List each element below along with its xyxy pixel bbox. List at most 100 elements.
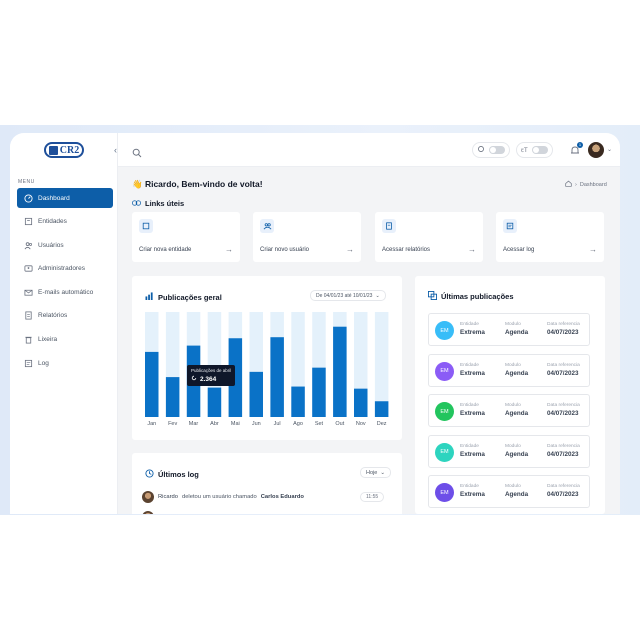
publication-card[interactable]: EM Entidade Extrema Modulo Agenda Data refere…	[428, 394, 590, 427]
sidebar-nav: Dashboard Entidades Usuários Administrad…	[17, 188, 113, 377]
log-entry[interactable]: Ricardo deletou um usuário chamado Carlo…	[142, 491, 304, 503]
log-filter-select[interactable]: Hoje ⌄	[360, 467, 391, 478]
module-column: Modulo Agenda	[505, 444, 528, 458]
entity-column: Entidade Extrema	[460, 363, 485, 377]
latest-log-title: Últimos log	[145, 469, 199, 480]
date-label: Data referencia	[547, 484, 580, 489]
date-value: 04/07/2023	[547, 369, 579, 377]
font-size-toggle[interactable]: ꞇT	[516, 142, 553, 158]
sidebar-item-label: Lixeira	[38, 336, 58, 344]
date-label: Data referencia	[547, 403, 580, 408]
bar-ago[interactable]	[291, 386, 305, 417]
link-card-acessar-log[interactable]: Acessar log →	[496, 212, 604, 262]
sidebar-item-label: Relatórios	[38, 312, 68, 320]
links-title: Links úteis	[132, 199, 184, 208]
topbar: ꞇT 1 ⌄	[118, 133, 620, 167]
bar-fev[interactable]	[165, 377, 180, 417]
theme-switch[interactable]	[489, 146, 505, 154]
logo[interactable]: CR2	[44, 142, 84, 158]
sidebar-item-administradores[interactable]: Administradores	[17, 259, 113, 279]
x-tick-label: Nov	[356, 421, 366, 427]
date-value: 04/07/2023	[547, 410, 579, 417]
logo-text: CR2	[59, 144, 80, 156]
link-label: Criar nova entidade	[139, 247, 192, 253]
users-icon	[260, 219, 274, 233]
id-card-icon	[24, 264, 33, 273]
entity-initials: EM	[440, 449, 449, 455]
date-value: 04/07/2023	[547, 491, 579, 498]
sidebar-item-entidades[interactable]: Entidades	[17, 212, 113, 232]
clock-icon	[145, 469, 154, 480]
breadcrumb-separator: ›	[575, 181, 577, 188]
home-icon[interactable]	[565, 180, 572, 189]
sidebar-item-relatorios[interactable]: Relatórios	[17, 306, 113, 326]
module-value: Agenda	[505, 410, 529, 417]
sidebar: CR2 ‹ MENU Dashboard Entidades Usuários …	[10, 133, 118, 514]
x-tick-label: Jul	[274, 421, 281, 427]
avatar[interactable]	[588, 142, 604, 158]
sidebar-item-dashboard[interactable]: Dashboard	[17, 188, 113, 208]
entity-column: Entidade Extrema	[460, 444, 485, 458]
report-icon	[382, 219, 396, 233]
bar-jun[interactable]	[249, 371, 264, 417]
x-tick-label: Jun	[252, 421, 261, 427]
collapse-sidebar-icon[interactable]: ‹	[114, 145, 117, 155]
link-card-acessar-relatorios[interactable]: Acessar relatórios →	[375, 212, 483, 262]
trash-icon	[24, 335, 33, 344]
search-icon[interactable]	[132, 145, 142, 163]
entity-initials: EM	[440, 489, 449, 496]
report-icon	[24, 311, 33, 320]
entity-label: Entidade	[460, 443, 479, 449]
module-label: Modulo	[505, 443, 521, 449]
refresh-icon	[191, 375, 197, 383]
log-action: deletou um usuário chamado	[181, 494, 257, 500]
latest-log-title-text: Últimos log	[158, 470, 199, 479]
sidebar-item-lixeira[interactable]: Lixeira	[17, 330, 113, 350]
date-label: Data referencia	[547, 443, 580, 449]
link-card-criar-entidade[interactable]: Criar nova entidade →	[132, 212, 240, 262]
bar-set[interactable]	[312, 367, 326, 417]
log-icon	[503, 219, 517, 233]
sidebar-item-emails[interactable]: E-mails automático	[17, 282, 113, 302]
sidebar-item-label: Dashboard	[38, 194, 70, 202]
date-label: Data referencia	[547, 362, 580, 368]
bar-jan[interactable]	[145, 351, 159, 417]
module-label: Modulo	[505, 322, 521, 327]
link-card-criar-usuario[interactable]: Criar novo usuário →	[253, 212, 361, 262]
sidebar-item-usuarios[interactable]: Usuários	[17, 235, 113, 255]
bar-abr[interactable]	[207, 387, 222, 417]
publication-card[interactable]: EM Entidade Extrema Modulo Agenda Data refere…	[428, 353, 590, 387]
publication-card[interactable]: EM Entidade Extrema Modulo Agenda Data refere…	[428, 313, 590, 346]
date-column: Data referencia 04/07/2023	[547, 363, 580, 377]
log-entry[interactable]	[142, 511, 154, 514]
theme-toggle[interactable]	[472, 142, 510, 158]
font-size-switch[interactable]	[531, 146, 548, 154]
bar-nov[interactable]	[354, 388, 368, 417]
publication-card[interactable]: EM Entidade Extrema Modulo Agenda Data refere…	[428, 434, 590, 468]
link-label: Acessar log	[503, 247, 535, 253]
mail-icon	[24, 288, 33, 297]
date-column: Data referencia 04/07/2023	[547, 403, 580, 417]
copy-icon	[428, 291, 437, 302]
module-column: Modulo Agenda	[505, 403, 528, 417]
arrow-right-icon: →	[589, 245, 597, 254]
sidebar-item-label: Usuários	[38, 241, 64, 249]
entity-avatar: EM	[435, 442, 454, 462]
tooltip-label: Publicações de abril	[191, 368, 232, 373]
bar-out[interactable]	[333, 326, 347, 417]
bar-dez[interactable]	[374, 401, 389, 417]
sidebar-item-log[interactable]: Log	[17, 353, 113, 373]
x-tick-label: Abr	[210, 421, 219, 427]
x-tick-label: Out	[335, 421, 344, 427]
date-value: 04/07/2023	[547, 329, 579, 336]
latest-log-panel: Últimos log Hoje ⌄ Ricardo deletou um us…	[132, 453, 402, 514]
chevron-down-icon: ⌄	[380, 469, 385, 476]
publication-card[interactable]: EM Entidade Extrema Modulo Agenda Data refere…	[428, 475, 590, 508]
module-label: Modulo	[505, 484, 521, 489]
bar-jul[interactable]	[270, 337, 284, 417]
latest-publications-title: Últimas publicações	[428, 291, 514, 302]
chevron-down-icon[interactable]: ⌄	[607, 146, 612, 153]
link-icon	[132, 199, 141, 208]
log-user: Ricardo	[158, 494, 178, 500]
entity-value: Extrema	[460, 329, 485, 336]
